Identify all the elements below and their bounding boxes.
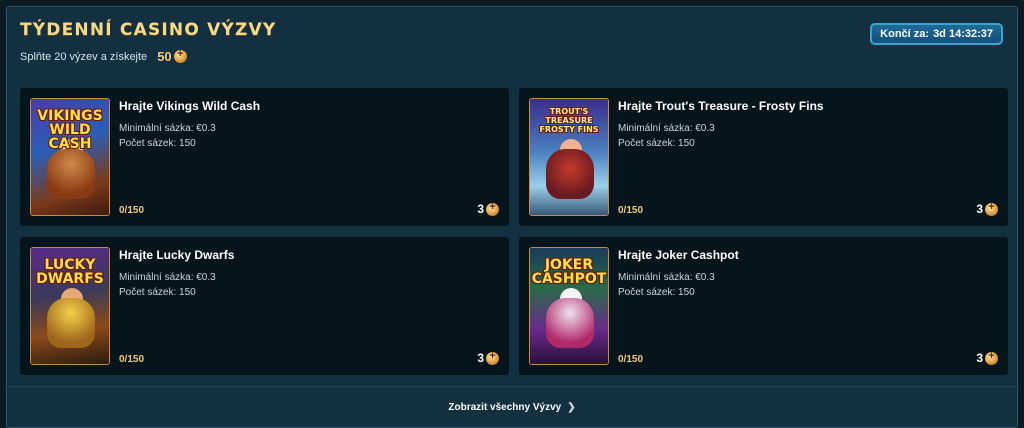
bet-count: Počet sázek: 150: [618, 287, 695, 298]
game-logo: VIKINGS WILD CASH: [37, 108, 103, 152]
challenge-progress: 0/150: [119, 205, 145, 216]
challenge-card[interactable]: TROUT'S TREASURE FROSTY FINS Hrajte Trou…: [519, 88, 1008, 226]
weekly-challenges-panel: Týdenní Casino Výzvy Splňte 20 výzev a z…: [6, 6, 1018, 428]
coin-icon: [985, 350, 998, 365]
min-bet: Minimální sázka: €0.3: [119, 272, 216, 283]
challenge-card[interactable]: LUCKY DWARFS Hrajte Lucky Dwarfs Minimál…: [20, 237, 509, 375]
min-bet: Minimální sázka: €0.3: [119, 123, 216, 134]
challenge-reward-value: 3: [477, 351, 484, 365]
character-body: [546, 298, 594, 348]
challenge-title: Hrajte Joker Cashpot: [618, 248, 739, 262]
bet-count: Počet sázek: 150: [119, 287, 196, 298]
min-bet: Minimální sázka: €0.3: [618, 123, 715, 134]
countdown-value: 3d 14:32:37: [933, 28, 993, 40]
bet-count: Počet sázek: 150: [618, 138, 695, 149]
challenge-progress: 0/150: [618, 205, 644, 216]
challenge-summary: Splňte 20 výzev a získejte 50: [20, 48, 187, 64]
game-thumbnail[interactable]: LUCKY DWARFS: [30, 247, 110, 365]
challenge-progress: 0/150: [119, 354, 145, 365]
view-all-challenges-link[interactable]: Zobrazit všechny Výzvy ❯: [448, 402, 575, 413]
panel-header: Týdenní Casino Výzvy Splňte 20 výzev a z…: [7, 7, 1017, 81]
challenge-title: Hrajte Vikings Wild Cash: [119, 99, 261, 113]
page-title: Týdenní Casino Výzvy: [20, 20, 277, 40]
game-artwork: TROUT'S TREASURE FROSTY FINS: [530, 99, 608, 215]
character-body: [546, 149, 594, 199]
coin-icon: [486, 201, 499, 216]
game-logo: LUCKY DWARFS: [36, 257, 104, 287]
challenge-title: Hrajte Trout's Treasure - Frosty Fins: [618, 99, 824, 113]
challenge-card[interactable]: JOKER CASHPOT Hrajte Joker Cashpot Minim…: [519, 237, 1008, 375]
challenge-progress: 0/150: [618, 354, 644, 365]
coin-icon: [173, 48, 187, 63]
challenge-reward-value: 3: [976, 351, 983, 365]
challenge-reward-value: 3: [976, 202, 983, 216]
countdown-badge: Končí za: 3d 14:32:37: [870, 23, 1003, 45]
min-bet: Minimální sázka: €0.3: [618, 272, 715, 283]
view-all-label: Zobrazit všechny Výzvy: [448, 401, 562, 413]
game-logo: TROUT'S TREASURE FROSTY FINS: [539, 107, 599, 134]
game-logo: JOKER CASHPOT: [531, 257, 607, 287]
coin-icon: [486, 350, 499, 365]
total-reward: 50: [157, 48, 187, 64]
character-body: [47, 149, 95, 199]
total-reward-value: 50: [157, 49, 172, 64]
challenge-grid: VIKINGS WILD CASH Hrajte Vikings Wild Ca…: [20, 88, 1008, 376]
chevron-right-icon: ❯: [567, 401, 576, 413]
panel-footer: Zobrazit všechny Výzvy ❯: [7, 386, 1017, 427]
game-thumbnail[interactable]: VIKINGS WILD CASH: [30, 98, 110, 216]
summary-text: Splňte 20 výzev a získejte: [20, 50, 148, 63]
challenge-reward: 3: [976, 350, 998, 365]
game-thumbnail[interactable]: TROUT'S TREASURE FROSTY FINS: [529, 98, 609, 216]
challenge-title: Hrajte Lucky Dwarfs: [119, 248, 235, 262]
game-artwork: JOKER CASHPOT: [530, 248, 608, 364]
challenge-card[interactable]: VIKINGS WILD CASH Hrajte Vikings Wild Ca…: [20, 88, 509, 226]
challenge-reward: 3: [477, 201, 499, 216]
game-artwork: VIKINGS WILD CASH: [31, 99, 109, 215]
game-thumbnail[interactable]: JOKER CASHPOT: [529, 247, 609, 365]
challenge-reward: 3: [976, 201, 998, 216]
character-body: [47, 298, 95, 348]
coin-icon: [985, 201, 998, 216]
bet-count: Počet sázek: 150: [119, 138, 196, 149]
challenge-reward: 3: [477, 350, 499, 365]
countdown-label: Končí za:: [880, 28, 930, 40]
game-artwork: LUCKY DWARFS: [31, 248, 109, 364]
challenge-reward-value: 3: [477, 202, 484, 216]
